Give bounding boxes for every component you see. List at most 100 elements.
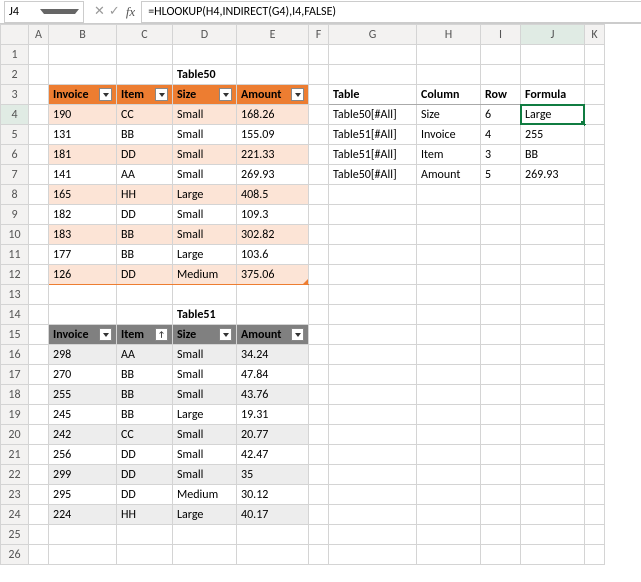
table50-cell[interactable]: 375.06 [237,265,308,284]
cell-K18[interactable] [585,385,605,405]
cell-C7[interactable]: AA [117,165,173,185]
cell-J22[interactable] [521,465,585,485]
cell-K26[interactable] [585,545,605,565]
cell-H25[interactable] [417,525,481,545]
cell-E5[interactable]: 155.09 [237,125,309,145]
cell-A13[interactable] [29,285,49,305]
cell-F7[interactable] [309,165,329,185]
col-header[interactable]: K [585,25,605,45]
table50-cell[interactable]: HH [117,185,172,204]
row-header[interactable]: 8 [1,185,29,205]
cell-J19[interactable] [521,405,585,425]
cell-B22[interactable]: 299 [49,465,117,485]
cell-F5[interactable] [309,125,329,145]
cell-D24[interactable]: Large [173,505,237,525]
cell-J10[interactable] [521,225,585,245]
cell-G8[interactable] [329,185,417,205]
cell-A17[interactable] [29,365,49,385]
cell-E26[interactable] [237,545,309,565]
lookup-cell[interactable]: 6 [481,105,520,124]
row-header[interactable]: 19 [1,405,29,425]
table51-cell[interactable]: CC [117,425,172,444]
lookup-cell[interactable]: Size [417,105,480,124]
lookup-cell[interactable]: Table51[#All] [329,145,416,164]
cell-C3[interactable]: Item [117,85,173,105]
cell-J21[interactable] [521,445,585,465]
cell-C6[interactable]: DD [117,145,173,165]
cell-J6[interactable]: BB [521,145,585,165]
table51-cell[interactable]: Medium [173,485,236,504]
cell-E20[interactable]: 20.77 [237,425,309,445]
cell-I4[interactable]: 6 [481,105,521,125]
lookup-cell[interactable]: 5 [481,165,520,184]
cell-H20[interactable] [417,425,481,445]
table50-cell[interactable]: 221.33 [237,145,308,164]
table50-cell[interactable]: Large [173,245,236,264]
cell-A5[interactable] [29,125,49,145]
cell-H13[interactable] [417,285,481,305]
cell-F9[interactable] [309,205,329,225]
filter-dropdown-icon[interactable] [99,88,112,101]
lookup-cell[interactable]: 255 [521,125,584,144]
table51-cell[interactable]: DD [117,445,172,464]
cell-G6[interactable]: Table51[#All] [329,145,417,165]
cell-K22[interactable] [585,465,605,485]
table51-cell[interactable]: 35 [237,465,308,484]
cell-G1[interactable] [329,45,417,65]
cell-K23[interactable] [585,485,605,505]
table51-cell[interactable]: Small [173,365,236,384]
cell-H22[interactable] [417,465,481,485]
table51-cell[interactable]: 255 [49,385,116,404]
table50-cell[interactable]: 155.09 [237,125,308,144]
cell-I26[interactable] [481,545,521,565]
cell-F23[interactable] [309,485,329,505]
table50-cell[interactable]: 103.6 [237,245,308,264]
cell-H10[interactable] [417,225,481,245]
cell-C2[interactable] [117,65,173,85]
lookup-cell[interactable]: BB [521,145,584,164]
cell-D19[interactable]: Large [173,405,237,425]
lookup-cell[interactable]: Large [521,105,584,124]
cell-D15[interactable]: Size [173,325,237,345]
cell-B19[interactable]: 245 [49,405,117,425]
cell-K1[interactable] [585,45,605,65]
cell-G25[interactable] [329,525,417,545]
cell-A12[interactable] [29,265,49,285]
cell-I25[interactable] [481,525,521,545]
cell-J18[interactable] [521,385,585,405]
cell-J23[interactable] [521,485,585,505]
lookup-cell[interactable]: Amount [417,165,480,184]
table51-cell[interactable]: 34.24 [237,345,308,364]
cell-F2[interactable] [309,65,329,85]
cell-I19[interactable] [481,405,521,425]
table50-cell[interactable]: 269.93 [237,165,308,184]
cell-B12[interactable]: 126 [49,265,117,285]
confirm-icon[interactable]: ✓ [109,4,120,19]
cell-J24[interactable] [521,505,585,525]
table50-cell[interactable]: Medium [173,265,236,284]
cell-C1[interactable] [117,45,173,65]
cell-J16[interactable] [521,345,585,365]
cell-K13[interactable] [585,285,605,305]
cell-A7[interactable] [29,165,49,185]
cell-I24[interactable] [481,505,521,525]
cell-I17[interactable] [481,365,521,385]
cell-F3[interactable] [309,85,329,105]
cell-J3[interactable]: Formula [521,85,585,105]
formula-input[interactable]: =HLOOKUP(H4,INDIRECT(G4),I4,FALSE) [141,1,641,23]
table51-cell[interactable]: Large [173,505,236,524]
cell-G2[interactable] [329,65,417,85]
cell-B8[interactable]: 165 [49,185,117,205]
cell-J25[interactable] [521,525,585,545]
cell-A2[interactable] [29,65,49,85]
lookup-cell[interactable]: Item [417,145,480,164]
cell-D10[interactable]: Small [173,225,237,245]
cell-C15[interactable]: Item↑ [117,325,173,345]
row-header[interactable]: 20 [1,425,29,445]
cell-G15[interactable] [329,325,417,345]
cell-H11[interactable] [417,245,481,265]
table50-cell[interactable]: 190 [49,105,116,124]
table50-cell[interactable]: DD [117,265,172,284]
cell-A3[interactable] [29,85,49,105]
cell-I22[interactable] [481,465,521,485]
